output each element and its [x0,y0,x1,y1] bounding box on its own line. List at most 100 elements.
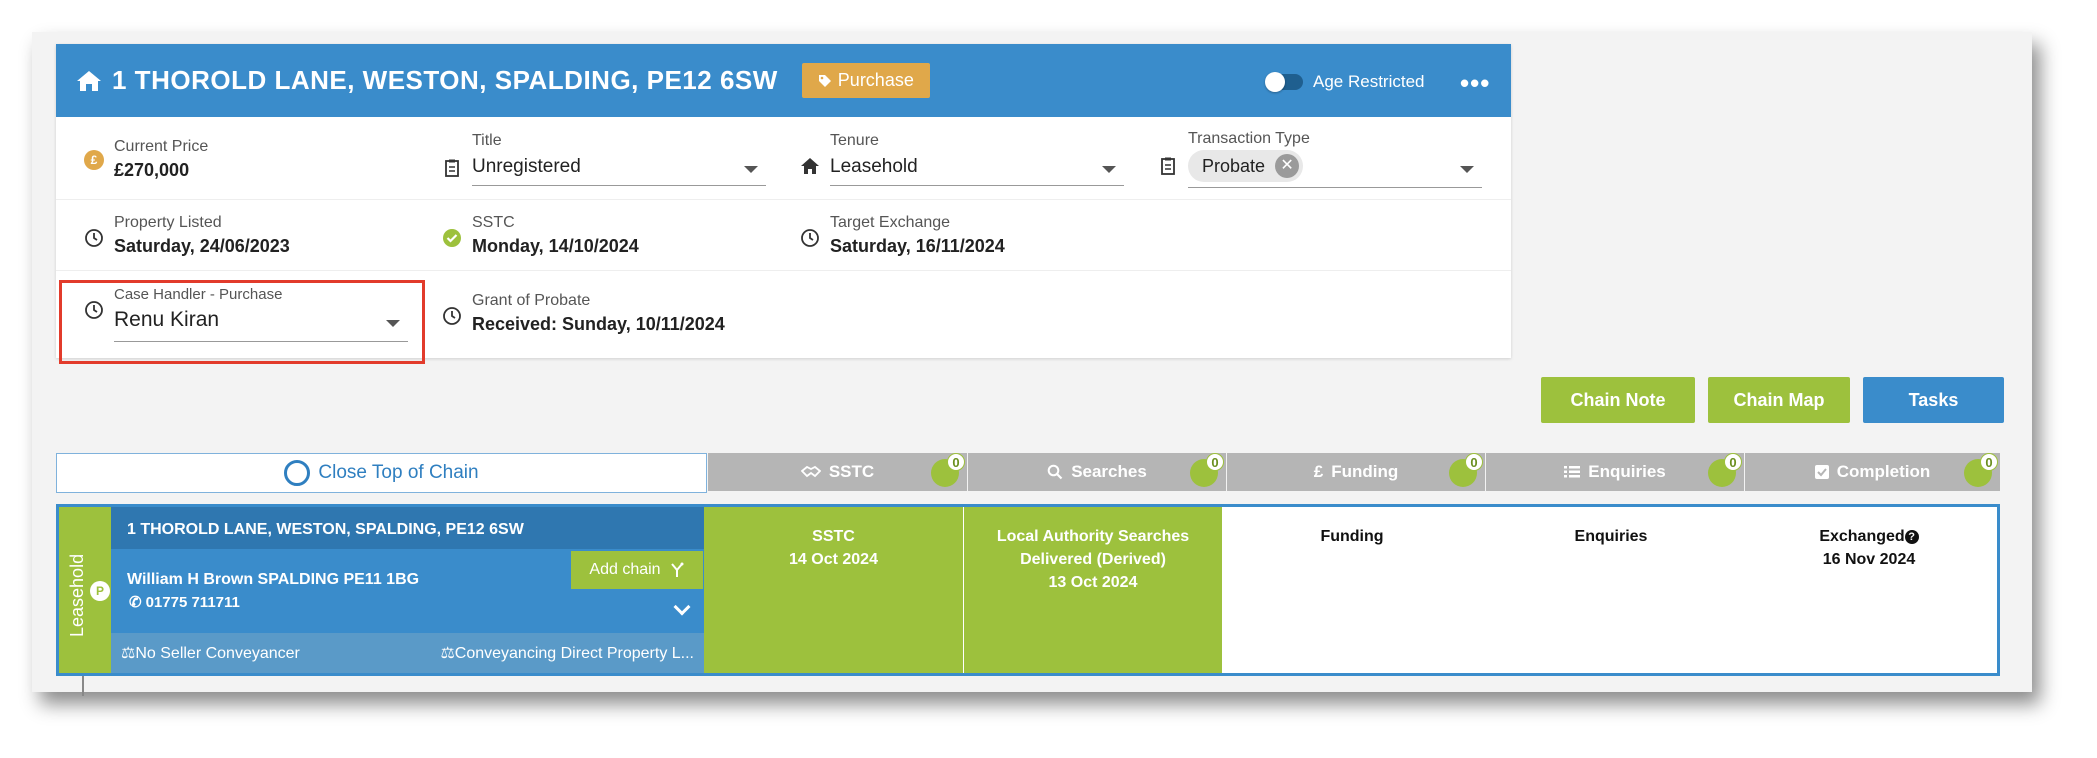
circle-icon [284,460,311,486]
seller-conveyancer-label: No Seller Conveyancer [135,645,300,662]
probate-chip: Probate ✕ [1188,150,1304,182]
property-listed-value: Saturday, 24/06/2023 [114,236,290,256]
title-field: Title [445,132,502,177]
chevron-down-icon[interactable] [673,598,691,616]
sstc-label: SSTC [472,214,515,231]
age-restricted-toggle[interactable]: Age Restricted [1265,72,1425,92]
help-icon[interactable]: ? [1904,530,1919,544]
target-exchange-label: Target Exchange [830,214,951,231]
house-icon [801,158,819,174]
remove-chip-icon[interactable]: ✕ [1275,154,1300,178]
checkbox-icon [1814,465,1829,479]
stage-funding-cell[interactable]: Funding [1223,507,1481,673]
buyer-conveyancer[interactable]: ⚖Conveyancing Direct Property L... [440,643,694,663]
probate-chip-label: Probate [1202,155,1266,176]
grant-of-probate-label: Grant of Probate [472,292,591,309]
tab-searches[interactable]: Searches 0 [968,453,1226,491]
note-count: 0 [947,453,965,471]
toggle-switch[interactable] [1265,72,1303,92]
case-handler-highlight [59,280,425,364]
chain-row: Leasehold P 1 THOROLD LANE, WESTON, SPAL… [56,504,2000,676]
chain-connector [82,676,84,696]
transaction-type-label: Transaction Type [1188,130,1310,147]
transaction-type-field: Transaction Type [1161,130,1310,175]
clock-icon [443,307,461,325]
note-badge[interactable]: 0 [1190,453,1224,487]
tab-completion[interactable]: Completion 0 [1745,453,2000,491]
stage-searches-status: Delivered (Derived) [1020,551,1166,568]
tab-searches-label: Searches [1071,462,1147,481]
stage-sstc-date: 14 Oct 2024 [789,551,878,568]
tab-sstc[interactable]: SSTC 0 [708,453,967,491]
clipboard-icon [1161,157,1175,175]
property-listed-label: Property Listed [114,214,222,231]
stage-sstc-title: SSTC [812,528,855,545]
handshake-icon [800,465,821,478]
search-icon [1047,464,1063,480]
tenure-bar-label: Leasehold [67,553,87,637]
title-select[interactable]: Unregistered [472,156,766,186]
grant-of-probate-value: Received: Sunday, 10/11/2024 [472,314,725,334]
seller-conveyancer[interactable]: ⚖No Seller Conveyancer [121,643,300,663]
tasks-button[interactable]: Tasks [1863,377,2004,423]
stage-searches-cell[interactable]: Local Authority Searches Delivered (Deri… [964,507,1222,673]
buyer-conveyancer-label: Conveyancing Direct Property L... [454,645,694,662]
tenure-select[interactable]: Leasehold [830,156,1124,186]
property-header: 1 THOROLD LANE, WESTON, SPALDING, PE12 6… [56,44,1511,117]
note-badge[interactable]: 0 [1449,453,1483,487]
chevron-down-icon [1102,166,1116,173]
note-badge[interactable]: 0 [1964,453,1998,487]
age-restricted-label: Age Restricted [1313,72,1425,91]
list-icon [1564,466,1581,478]
purchase-tag[interactable]: Purchase [801,63,930,98]
sstc-field: SSTC Monday, 14/10/2024 [443,214,639,257]
tab-sstc-label: SSTC [828,462,875,481]
property-panel[interactable]: 1 THOROLD LANE, WESTON, SPALDING, PE12 6… [111,507,704,673]
note-count: 0 [1206,453,1224,471]
title-label: Title [472,132,502,149]
chevron-down-icon [744,166,758,173]
chain-note-button[interactable]: Chain Note [1541,377,1695,423]
chain-property-address: 1 THOROLD LANE, WESTON, SPALDING, PE12 6… [111,507,704,549]
note-badge[interactable]: 0 [1708,453,1742,487]
chain-map-button[interactable]: Chain Map [1708,377,1850,423]
close-top-of-chain-button[interactable]: Close Top of Chain [56,453,707,493]
phone-icon: ✆ [129,594,142,611]
agent-phone: ✆ 01775 711711 [129,593,240,612]
title-value: Unregistered [472,156,581,177]
stage-funding-title: Funding [1320,528,1384,545]
transaction-type-select[interactable]: Probate ✕ [1188,150,1482,188]
clock-icon [85,229,103,247]
add-chain-label: Add chain [589,561,661,578]
divider [56,270,1511,271]
tab-funding[interactable]: £ Funding 0 [1227,453,1485,491]
note-count: 0 [1980,453,1998,471]
sstc-value: Monday, 14/10/2024 [472,236,639,256]
clipboard-icon [445,159,459,177]
chevron-down-icon [1460,166,1474,173]
add-chain-button[interactable]: Add chain [571,551,703,589]
divider [56,199,1511,200]
current-price-value: £270,000 [114,160,190,180]
agent-phone-number: 01775 711711 [145,593,240,611]
pound-icon: £ [1313,462,1324,481]
property-address: 1 THOROLD LANE, WESTON, SPALDING, PE12 6… [112,65,778,95]
pound-coin-icon: £ [84,150,104,170]
scales-icon: ⚖ [121,645,136,662]
tenure-label: Tenure [830,132,879,149]
tenure-bar: Leasehold P [59,507,111,673]
stage-searches-date: 13 Oct 2024 [1048,574,1138,591]
tag-icon [818,74,831,87]
close-top-label: Close Top of Chain [318,462,479,483]
stage-enquiries-cell[interactable]: Enquiries [1482,507,1740,673]
note-badge[interactable]: 0 [931,453,965,487]
tab-enquiries[interactable]: Enquiries 0 [1486,453,1744,491]
tab-enquiries-label: Enquiries [1588,462,1666,481]
stage-sstc-cell[interactable]: SSTC 14 Oct 2024 [704,507,963,673]
target-exchange-value: Saturday, 16/11/2024 [830,236,1005,256]
p-badge-icon: P [90,581,110,601]
current-price-field: £ Current Price £270,000 [84,138,208,181]
stage-completion-cell[interactable]: Exchanged? 16 Nov 2024 [1741,507,1997,673]
more-options-icon[interactable]: ••• [1460,68,1490,99]
home-icon [77,70,101,91]
